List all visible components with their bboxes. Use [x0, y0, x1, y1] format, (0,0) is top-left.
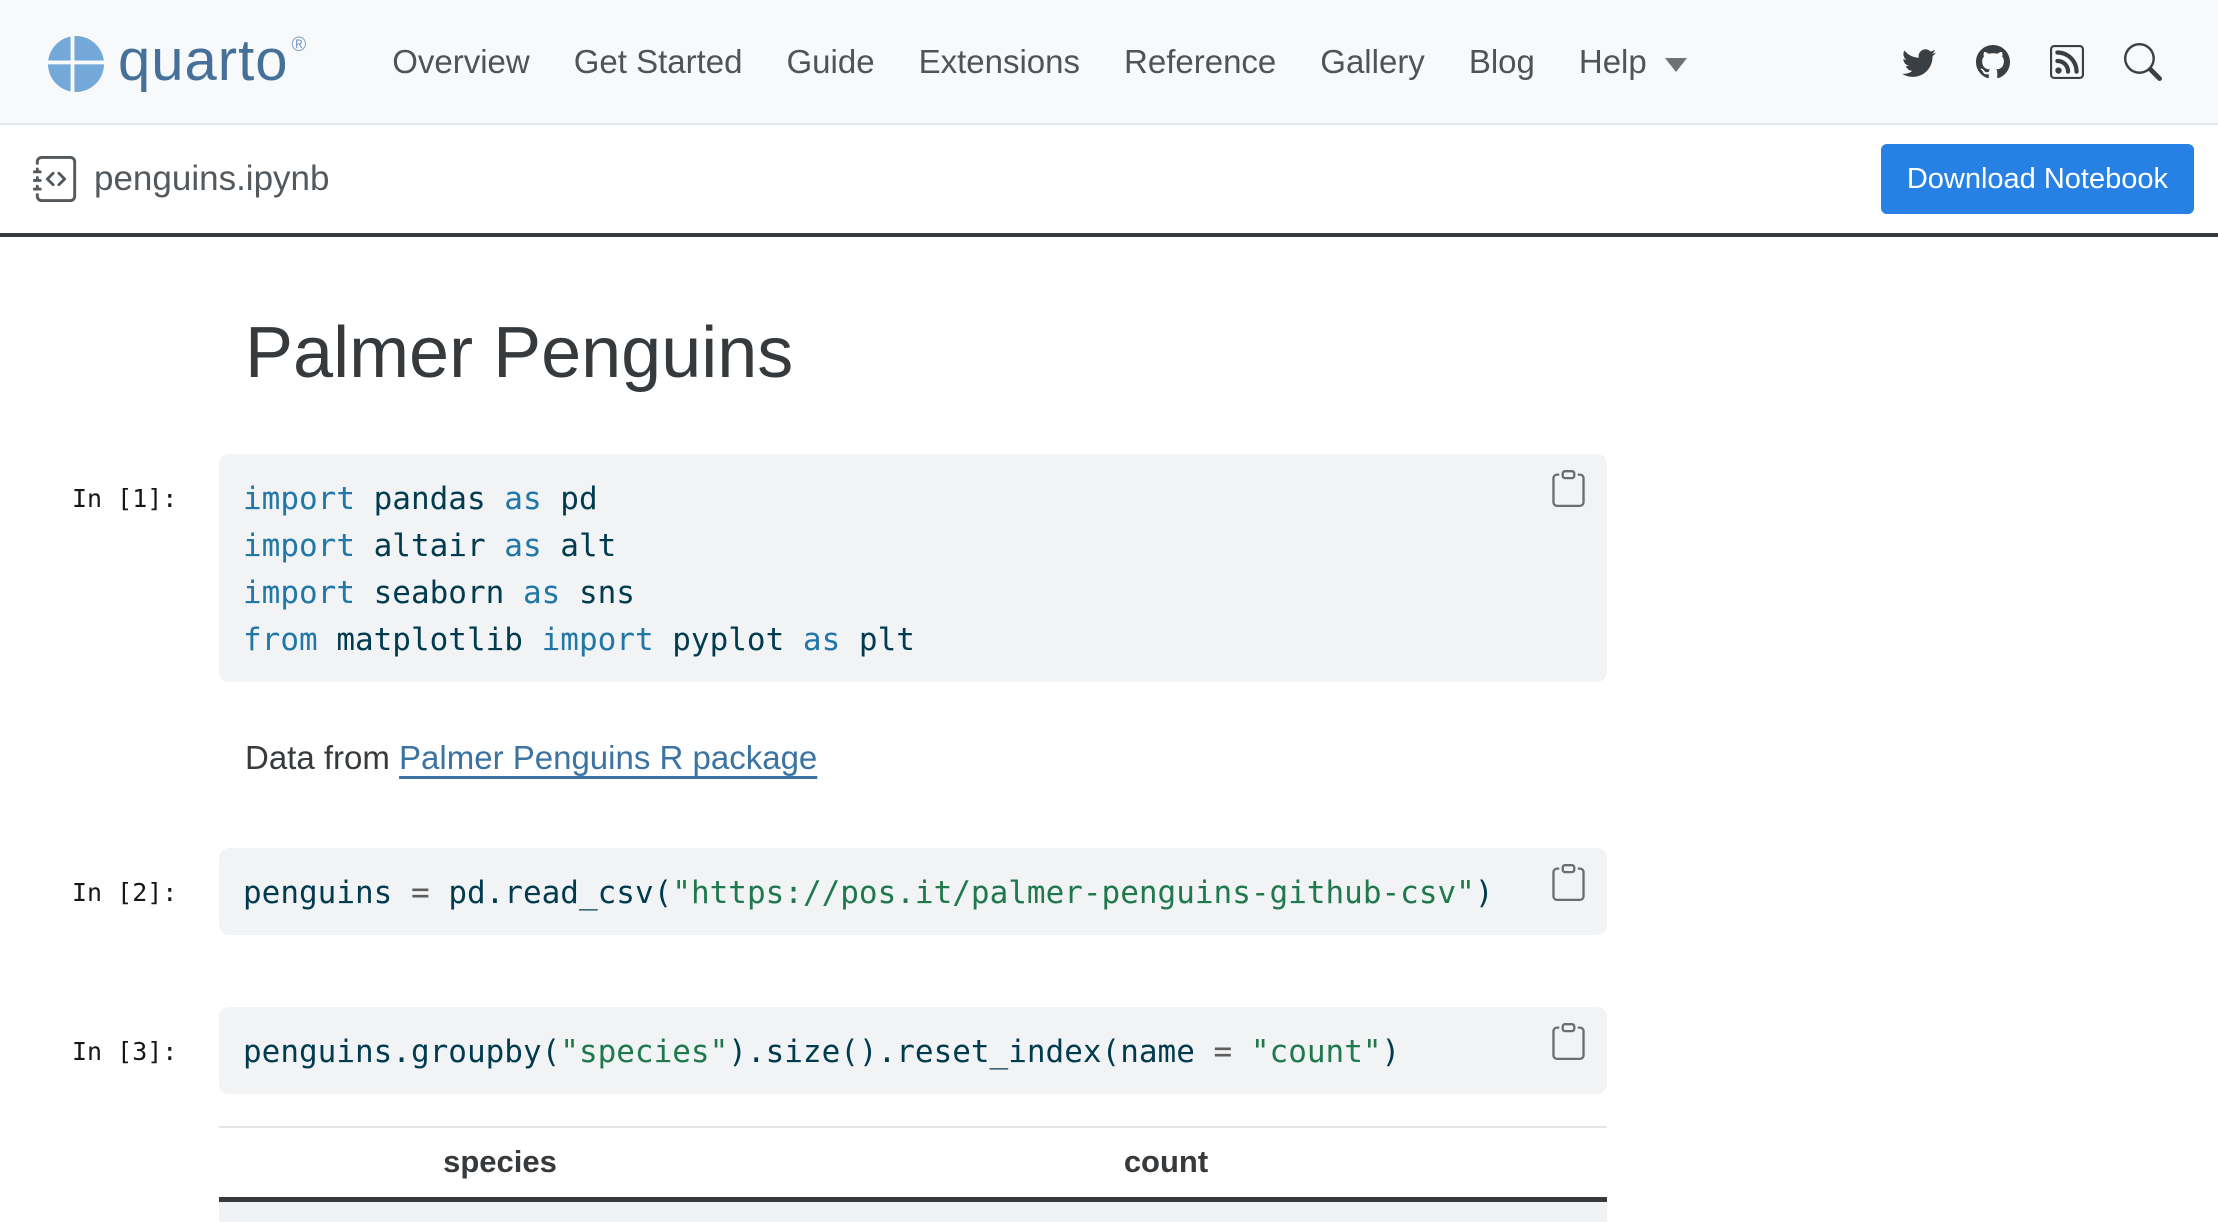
- code-line: import seaborn as sns: [243, 570, 1507, 617]
- copy-code-button[interactable]: [1550, 470, 1587, 507]
- nav-item-reference[interactable]: Reference: [1124, 43, 1276, 81]
- twitter-icon[interactable]: [1902, 45, 1936, 79]
- nav-item-overview[interactable]: Overview: [392, 43, 530, 81]
- nav-item-label: Reference: [1124, 43, 1276, 81]
- nav-item-label: Overview: [392, 43, 530, 81]
- code-block: penguins = pd.read_csv("https://pos.it/p…: [219, 848, 1607, 935]
- code-cell-row: In [2]: penguins = pd.read_csv("https://p…: [72, 848, 2218, 935]
- nav-item-label: Get Started: [574, 43, 743, 81]
- journal-code-icon: [33, 156, 79, 202]
- clipboard-icon: [1550, 470, 1587, 507]
- page-title: Palmer Penguins: [245, 317, 2218, 389]
- table-header: speciescount: [219, 1127, 1607, 1199]
- nav-items: Overview Get Started Guide Extensions Refere…: [392, 43, 1687, 81]
- copy-code-button[interactable]: [1550, 1023, 1587, 1060]
- table-header-cell: count: [725, 1127, 1607, 1199]
- code-line: penguins = pd.read_csv("https://pos.it/p…: [243, 870, 1507, 917]
- code-line: import altair as alt: [243, 523, 1507, 570]
- nav-item-extensions[interactable]: Extensions: [919, 43, 1080, 81]
- chevron-down-icon: [1665, 58, 1687, 72]
- code-cell-row: In [1]: import pandas as pdimport altair …: [72, 454, 2218, 682]
- registered-mark: ®: [291, 34, 306, 57]
- quarto-logo-icon: [48, 36, 104, 92]
- table-header-cell: [219, 1127, 275, 1199]
- nav-item-get-started[interactable]: Get Started: [574, 43, 743, 81]
- code-cell-row: In [3]: penguins.groupby("species").size(…: [72, 1007, 2218, 1094]
- github-icon[interactable]: [1976, 45, 2010, 79]
- output-table: speciescount: [219, 1126, 1607, 1222]
- markdown-paragraph: Data from Palmer Penguins R package: [245, 738, 2218, 778]
- execution-count: In [1]:: [72, 454, 175, 513]
- execution-count: In [2]:: [72, 848, 175, 907]
- cell-slot-3: In [3]: penguins.groupby("species").size(…: [0, 1007, 2218, 1094]
- cell-slot-1: In [1]: import pandas as pdimport altair …: [0, 454, 2218, 682]
- nav-item-label: Extensions: [919, 43, 1080, 81]
- execution-count: In [3]:: [72, 1007, 175, 1066]
- nav-icons: [1902, 43, 2162, 81]
- table-row: [219, 1199, 1607, 1222]
- nav-item-label: Help: [1579, 43, 1647, 81]
- table-header-cell: species: [275, 1127, 725, 1199]
- nav-item-blog[interactable]: Blog: [1469, 43, 1535, 81]
- search-icon[interactable]: [2124, 43, 2162, 81]
- notebook-content: Palmer Penguins In [1]: import pandas as …: [0, 317, 2218, 1222]
- clipboard-icon: [1550, 864, 1587, 901]
- notebook-filename: penguins.ipynb: [94, 159, 329, 199]
- rss-icon[interactable]: [2050, 45, 2084, 79]
- top-navbar: quarto ® Overview Get Started Guide Extensi…: [0, 0, 2218, 125]
- clipboard-icon: [1550, 1023, 1587, 1060]
- nav-item-guide[interactable]: Guide: [787, 43, 875, 81]
- brand-name: quarto: [118, 32, 288, 90]
- nav-item-gallery[interactable]: Gallery: [1320, 43, 1425, 81]
- table-cell: [219, 1199, 275, 1222]
- nav-item-label: Gallery: [1320, 43, 1425, 81]
- code-line: import pandas as pd: [243, 476, 1507, 523]
- code-block: penguins.groupby("species").size().reset…: [219, 1007, 1607, 1094]
- download-notebook-button[interactable]: Download Notebook: [1881, 144, 2194, 214]
- cell-slot-2: In [2]: penguins = pd.read_csv("https://p…: [0, 848, 2218, 935]
- table-cell: [725, 1199, 1607, 1222]
- code-line: penguins.groupby("species").size().reset…: [243, 1029, 1507, 1076]
- code-line: from matplotlib import pyplot as plt: [243, 617, 1507, 664]
- paragraph-text: Data from: [245, 739, 399, 776]
- code-block: import pandas as pdimport altair as alti…: [219, 454, 1607, 682]
- palmer-penguins-package-link[interactable]: Palmer Penguins R package: [399, 739, 817, 776]
- nav-item-help[interactable]: Help: [1579, 43, 1687, 81]
- copy-code-button[interactable]: [1550, 864, 1587, 901]
- notebook-file-bar: penguins.ipynb Download Notebook: [0, 125, 2218, 237]
- quarto-logo[interactable]: quarto ®: [48, 32, 306, 92]
- nav-item-label: Guide: [787, 43, 875, 81]
- nav-item-label: Blog: [1469, 43, 1535, 81]
- table-cell: [275, 1199, 725, 1222]
